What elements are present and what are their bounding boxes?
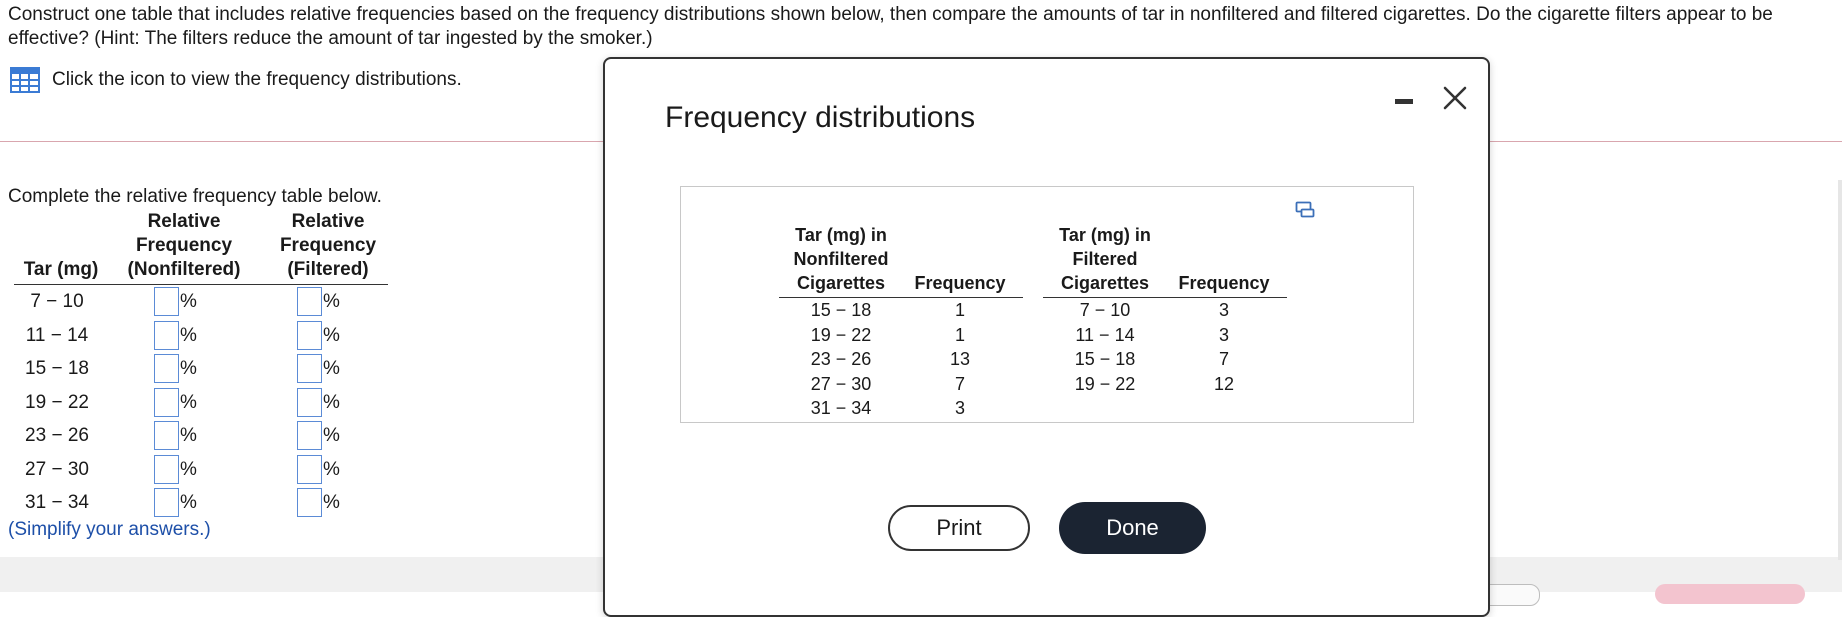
row-range: 11 − 14 [25, 324, 89, 346]
nonfiltered-range-header: Tar (mg) in Nonfiltered Cigarettes [793, 225, 889, 293]
table-row: 7 − 10 % % [8, 285, 388, 319]
row-frequency: 1 [954, 300, 965, 320]
header-nonfiltered: Relative Frequency (Nonfiltered) [127, 211, 241, 280]
row-frequency: 1 [954, 324, 965, 345]
nonfiltered-input[interactable] [154, 387, 179, 417]
row-range: 27 − 30 [25, 458, 89, 480]
row-range: 19 − 22 [810, 324, 872, 345]
filtered-range-header: Tar (mg) in Filtered Cigarettes [1059, 225, 1151, 293]
table-header: Tar (mg) Relative Frequency (Nonfiltered… [8, 210, 388, 284]
row-frequency: 7 [954, 373, 965, 394]
scrollbar[interactable] [1838, 180, 1842, 560]
nonfiltered-input[interactable] [154, 488, 179, 517]
percent-sign: % [180, 425, 197, 446]
header-filtered: Relative Frequency (Filtered) [279, 211, 377, 280]
table-row: 27 − 30 % % [8, 453, 388, 487]
table-row: 15 − 18 % % [8, 352, 388, 386]
row-range: 23 − 26 [810, 349, 872, 369]
row-range: 7 − 10 [1079, 300, 1131, 320]
percent-sign: % [323, 391, 340, 413]
filtered-input[interactable] [297, 421, 322, 450]
table-row: 19 − 22 1 [779, 323, 1023, 348]
minimize-icon[interactable] [1393, 86, 1417, 110]
table-row: 31 − 34 3 [779, 396, 1023, 421]
row-range: 15 − 18 [1074, 349, 1136, 369]
percent-sign: % [323, 358, 340, 379]
filtered-input[interactable] [297, 488, 322, 517]
nonfiltered-header: Tar (mg) in Nonfiltered Cigarettes Frequ… [779, 221, 1023, 295]
percent-sign: % [180, 291, 197, 312]
table-row: 31 − 34 % % [8, 486, 388, 520]
table-row: 19 − 22 12 [1043, 372, 1287, 397]
row-range: 31 − 34 [25, 492, 89, 513]
nonfiltered-table: Tar (mg) in Nonfiltered Cigarettes Frequ… [779, 221, 1023, 421]
filtered-input[interactable] [297, 454, 322, 484]
percent-sign: % [180, 492, 197, 513]
percent-sign: % [323, 291, 340, 312]
copy-icon[interactable] [1295, 201, 1315, 219]
filtered-input[interactable] [297, 320, 322, 350]
frequency-distributions-dialog: Frequency distributions Tar (mg) in Nonf… [603, 57, 1490, 617]
print-button[interactable]: Print [888, 505, 1030, 551]
table-icon[interactable] [10, 67, 40, 93]
relative-frequency-table: Tar (mg) Relative Frequency (Nonfiltered… [8, 210, 388, 520]
percent-sign: % [180, 324, 197, 346]
header-tar: Tar (mg) [23, 259, 99, 280]
done-button[interactable]: Done [1059, 502, 1206, 554]
table-row: 27 − 30 7 [779, 372, 1023, 397]
view-distributions-text[interactable]: Click the icon to view the frequency dis… [52, 69, 462, 91]
row-range: 15 − 18 [810, 300, 872, 320]
row-frequency: 7 [1218, 349, 1229, 369]
instruction-text: Complete the relative frequency table be… [8, 186, 382, 207]
row-range: 11 − 14 [1075, 324, 1135, 345]
row-range: 15 − 18 [25, 358, 89, 379]
percent-sign: % [323, 458, 340, 480]
row-range: 23 − 26 [25, 425, 89, 446]
view-distributions-link[interactable]: Click the icon to view the frequency dis… [10, 66, 462, 94]
percent-sign: % [323, 425, 340, 446]
table-row: 7 − 10 3 [1043, 298, 1287, 323]
nonfiltered-input[interactable] [154, 354, 179, 383]
bottom-button-right[interactable] [1655, 584, 1805, 604]
table-row: 19 − 22 % % [8, 386, 388, 420]
table-row: 15 − 18 7 [1043, 347, 1287, 372]
filtered-input[interactable] [297, 354, 322, 383]
filtered-frequency-header: Frequency [1178, 273, 1270, 293]
question-text: Construct one table that includes relati… [8, 4, 1773, 49]
nonfiltered-frequency-header: Frequency [914, 273, 1006, 293]
table-row: 11 − 14 % % [8, 319, 388, 353]
row-frequency: 3 [954, 398, 965, 418]
row-range: 19 − 22 [1074, 373, 1136, 394]
close-icon[interactable] [1440, 83, 1470, 113]
table-row: 15 − 18 1 [779, 298, 1023, 323]
row-frequency: 3 [1218, 300, 1229, 320]
filtered-input[interactable] [297, 387, 322, 417]
percent-sign: % [323, 492, 340, 513]
percent-sign: % [180, 358, 197, 379]
row-range: 19 − 22 [25, 391, 89, 413]
filtered-table: Tar (mg) in Filtered Cigarettes Frequenc… [1043, 221, 1287, 396]
table-row: 23 − 26 % % [8, 419, 388, 453]
filtered-header: Tar (mg) in Filtered Cigarettes Frequenc… [1043, 221, 1287, 295]
row-frequency: 13 [949, 349, 971, 369]
row-range: 31 − 34 [810, 398, 872, 418]
row-range: 27 − 30 [810, 373, 872, 394]
row-frequency: 12 [1213, 373, 1235, 394]
percent-sign: % [323, 324, 340, 346]
nonfiltered-input[interactable] [154, 454, 179, 484]
row-range: 7 − 10 [30, 291, 84, 312]
row-frequency: 3 [1218, 324, 1229, 345]
nonfiltered-input[interactable] [154, 320, 179, 350]
filtered-input[interactable] [297, 287, 322, 316]
table-row: 11 − 14 3 [1043, 323, 1287, 348]
frequency-tables-panel: Tar (mg) in Nonfiltered Cigarettes Frequ… [680, 186, 1414, 423]
percent-sign: % [180, 458, 197, 480]
table-row: 23 − 26 13 [779, 347, 1023, 372]
percent-sign: % [180, 391, 197, 413]
dialog-title: Frequency distributions [665, 101, 976, 134]
simplify-note: (Simplify your answers.) [8, 519, 211, 540]
nonfiltered-input[interactable] [154, 421, 179, 450]
nonfiltered-input[interactable] [154, 287, 179, 316]
